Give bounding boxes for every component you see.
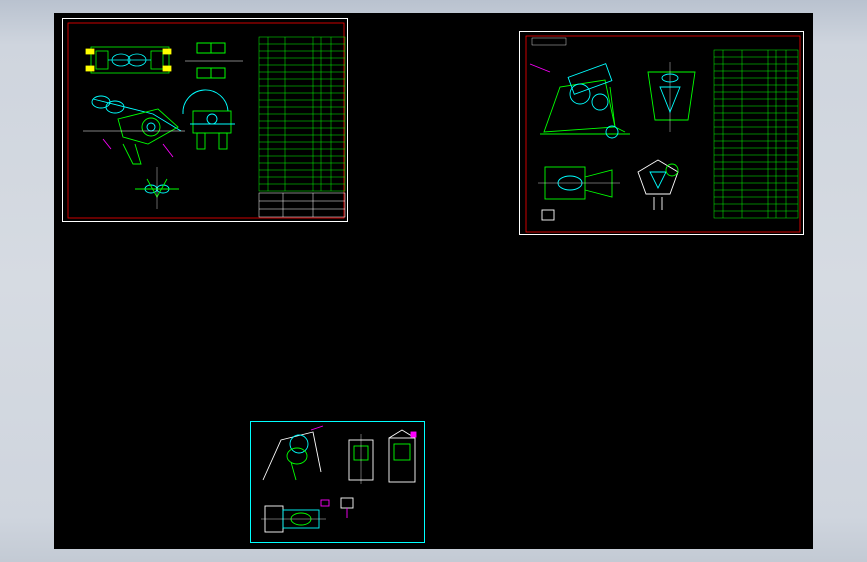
drawing-sheet-3[interactable] <box>250 421 425 543</box>
plan-view <box>538 166 620 221</box>
drawing-sheet-1[interactable] <box>62 18 348 222</box>
detail-rectangles <box>185 42 243 79</box>
sheet-3-drawing <box>261 425 417 533</box>
plan-view-assembly <box>85 46 172 74</box>
section-view <box>182 89 235 150</box>
section-view-b <box>388 429 417 483</box>
sheet-2-drawing <box>525 35 801 233</box>
small-detail-view <box>340 497 354 518</box>
sheet-1-drawing <box>67 22 346 219</box>
detail-part-view <box>135 167 179 209</box>
bottom-plan-view <box>261 499 330 533</box>
parts-list-table <box>258 36 346 192</box>
cad-viewport[interactable] <box>54 13 813 549</box>
detail-view <box>637 159 679 210</box>
arm-elevation-view <box>262 425 324 481</box>
section-view-a <box>348 434 374 484</box>
parts-list-table <box>713 49 799 219</box>
drawing-sheet-2[interactable] <box>519 31 804 235</box>
title-block <box>258 192 346 218</box>
main-assembly-elevation <box>529 63 630 139</box>
side-elevation-view <box>83 95 185 165</box>
cross-section-view <box>647 62 696 132</box>
